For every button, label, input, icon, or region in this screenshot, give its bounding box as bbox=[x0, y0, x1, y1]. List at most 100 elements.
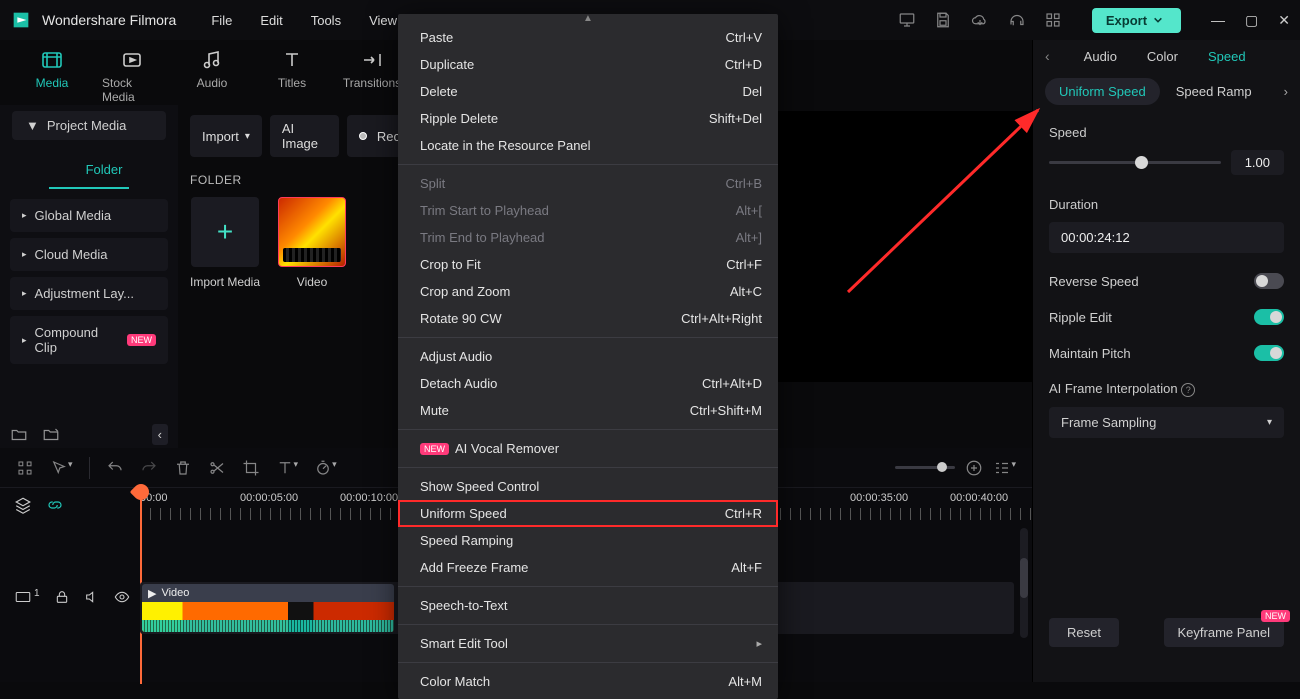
track-video-icon[interactable]: 1 bbox=[14, 588, 40, 606]
menu-edit[interactable]: Edit bbox=[260, 13, 282, 28]
redo-icon[interactable] bbox=[140, 459, 158, 477]
zoom-thumb-icon[interactable] bbox=[937, 462, 947, 472]
sidebar-item-compound-clip[interactable]: ▸ Compound Clip NEW bbox=[10, 316, 168, 364]
titlebar-icons bbox=[898, 11, 1062, 29]
context-menu-item[interactable]: NEWAI Vocal Remover bbox=[398, 435, 778, 462]
sidebar-item-global-media[interactable]: ▸ Global Media bbox=[10, 199, 168, 232]
chevron-right-icon: ▸ bbox=[22, 335, 27, 346]
crop-icon[interactable] bbox=[242, 459, 260, 477]
view-options-icon[interactable]: ▾ bbox=[993, 459, 1016, 477]
speed-slider[interactable]: 1.00 bbox=[1049, 150, 1284, 175]
panel-tab-speed[interactable]: Speed bbox=[1208, 49, 1246, 64]
context-menu-item[interactable]: Rotate 90 CWCtrl+Alt+Right bbox=[398, 305, 778, 332]
selection-tool-icon[interactable]: ▾ bbox=[50, 459, 73, 477]
context-menu-shortcut: Ctrl+R bbox=[725, 506, 762, 521]
context-menu-shortcut: Alt+F bbox=[731, 560, 762, 575]
module-tab-media[interactable]: Media bbox=[22, 48, 82, 104]
video-clip-tile[interactable]: Video bbox=[278, 197, 346, 289]
context-menu-item[interactable]: DuplicateCtrl+D bbox=[398, 51, 778, 78]
menu-grip-icon[interactable]: ▲ bbox=[398, 14, 778, 24]
slider-thumb-icon[interactable] bbox=[1135, 156, 1148, 169]
context-menu-item[interactable]: Speed Ramping bbox=[398, 527, 778, 554]
context-menu-item[interactable]: Ripple DeleteShift+Del bbox=[398, 105, 778, 132]
export-button[interactable]: Export bbox=[1092, 8, 1181, 33]
split-icon[interactable] bbox=[208, 459, 226, 477]
monitor-icon[interactable] bbox=[898, 11, 916, 29]
headphones-icon[interactable] bbox=[1008, 11, 1026, 29]
context-menu-separator bbox=[398, 164, 778, 165]
new-bin-icon[interactable] bbox=[42, 426, 60, 444]
text-icon[interactable]: ▾ bbox=[276, 459, 299, 477]
context-menu-shortcut: Ctrl+D bbox=[725, 57, 762, 72]
module-tab-titles[interactable]: Titles bbox=[262, 48, 322, 104]
project-media-header[interactable]: ▼ Project Media bbox=[12, 111, 166, 140]
context-menu-item[interactable]: PasteCtrl+V bbox=[398, 24, 778, 51]
context-menu-item[interactable]: DeleteDel bbox=[398, 78, 778, 105]
maintain-pitch-toggle[interactable] bbox=[1254, 345, 1284, 361]
apps-grid-icon[interactable] bbox=[16, 459, 34, 477]
subtab-speed-ramp[interactable]: Speed Ramp bbox=[1166, 78, 1262, 105]
timeline-scrollbar[interactable] bbox=[1020, 528, 1028, 638]
context-menu-item[interactable]: Show Speed Control bbox=[398, 473, 778, 500]
duration-input[interactable]: 00:00:24:12 bbox=[1049, 222, 1284, 253]
apps-icon[interactable] bbox=[1044, 11, 1062, 29]
module-tab-transitions[interactable]: Transitions bbox=[342, 48, 402, 104]
menu-view[interactable]: View bbox=[369, 13, 397, 28]
keyframe-panel-button[interactable]: Keyframe Panel NEW bbox=[1164, 618, 1285, 647]
context-menu-item[interactable]: Crop to FitCtrl+F bbox=[398, 251, 778, 278]
subtab-uniform-speed[interactable]: Uniform Speed bbox=[1045, 78, 1160, 105]
close-button[interactable]: ✕ bbox=[1278, 12, 1290, 29]
zoom-in-icon[interactable] bbox=[965, 459, 983, 477]
chevron-right-icon: ▸ bbox=[22, 249, 27, 260]
context-menu-item[interactable]: Speech-to-Text bbox=[398, 592, 778, 619]
zoom-slider[interactable] bbox=[895, 466, 955, 469]
save-icon[interactable] bbox=[934, 11, 952, 29]
context-menu-item-label: Uniform Speed bbox=[420, 506, 507, 521]
context-menu-item[interactable]: MuteCtrl+Shift+M bbox=[398, 397, 778, 424]
layers-icon[interactable] bbox=[14, 496, 32, 514]
speed-icon[interactable]: ▾ bbox=[314, 459, 337, 477]
menu-file[interactable]: File bbox=[211, 13, 232, 28]
lock-icon[interactable] bbox=[54, 589, 70, 605]
undo-icon[interactable] bbox=[106, 459, 124, 477]
mute-icon[interactable] bbox=[84, 589, 100, 605]
visibility-icon[interactable] bbox=[114, 589, 130, 605]
minimize-button[interactable]: — bbox=[1211, 12, 1225, 28]
ai-image-button[interactable]: AI Image bbox=[270, 115, 339, 157]
menu-tools[interactable]: Tools bbox=[311, 13, 341, 28]
panel-tab-color[interactable]: Color bbox=[1147, 49, 1178, 64]
context-menu-item[interactable]: Detach AudioCtrl+Alt+D bbox=[398, 370, 778, 397]
context-menu-item[interactable]: Crop and ZoomAlt+C bbox=[398, 278, 778, 305]
context-menu-item[interactable]: Add Freeze FrameAlt+F bbox=[398, 554, 778, 581]
sidebar-item-adjustment-layer[interactable]: ▸ Adjustment Lay... bbox=[10, 277, 168, 310]
panel-tab-audio[interactable]: Audio bbox=[1084, 49, 1117, 64]
import-button[interactable]: Import ▾ bbox=[190, 115, 262, 157]
module-tab-stock[interactable]: Stock Media bbox=[102, 48, 162, 104]
subtab-next-arrow[interactable]: › bbox=[1284, 84, 1288, 99]
import-media-tile[interactable]: + Import Media bbox=[190, 197, 260, 289]
link-icon[interactable] bbox=[46, 496, 64, 514]
reset-button[interactable]: Reset bbox=[1049, 618, 1119, 647]
info-icon[interactable]: ? bbox=[1181, 383, 1195, 397]
context-menu-item[interactable]: Uniform Speed Ctrl+R bbox=[398, 500, 778, 527]
video-clip[interactable]: ▶ Video bbox=[142, 584, 394, 632]
collapse-sidebar-button[interactable]: ‹ bbox=[152, 424, 168, 445]
new-folder-icon[interactable] bbox=[10, 426, 28, 444]
context-menu-shortcut: Ctrl+F bbox=[726, 257, 762, 272]
cloud-icon[interactable] bbox=[970, 11, 990, 29]
module-tab-audio[interactable]: Audio bbox=[182, 48, 242, 104]
context-menu-item[interactable]: Adjust Audio bbox=[398, 343, 778, 370]
sidebar-item-cloud-media[interactable]: ▸ Cloud Media bbox=[10, 238, 168, 271]
panel-prev-arrow[interactable]: ‹ bbox=[1045, 48, 1050, 64]
interpolation-dropdown[interactable]: Frame Sampling ▾ bbox=[1049, 407, 1284, 438]
speed-value[interactable]: 1.00 bbox=[1231, 150, 1284, 175]
reverse-speed-toggle[interactable] bbox=[1254, 273, 1284, 289]
context-menu-item[interactable]: Locate in the Resource Panel bbox=[398, 132, 778, 159]
maximize-button[interactable]: ▢ bbox=[1245, 12, 1258, 29]
folder-tab[interactable]: Folder bbox=[49, 152, 129, 189]
context-menu-item[interactable]: Smart Edit Tool bbox=[398, 630, 778, 657]
plus-icon: + bbox=[217, 216, 233, 248]
delete-icon[interactable] bbox=[174, 459, 192, 477]
interpolation-value: Frame Sampling bbox=[1061, 415, 1156, 430]
ripple-edit-toggle[interactable] bbox=[1254, 309, 1284, 325]
